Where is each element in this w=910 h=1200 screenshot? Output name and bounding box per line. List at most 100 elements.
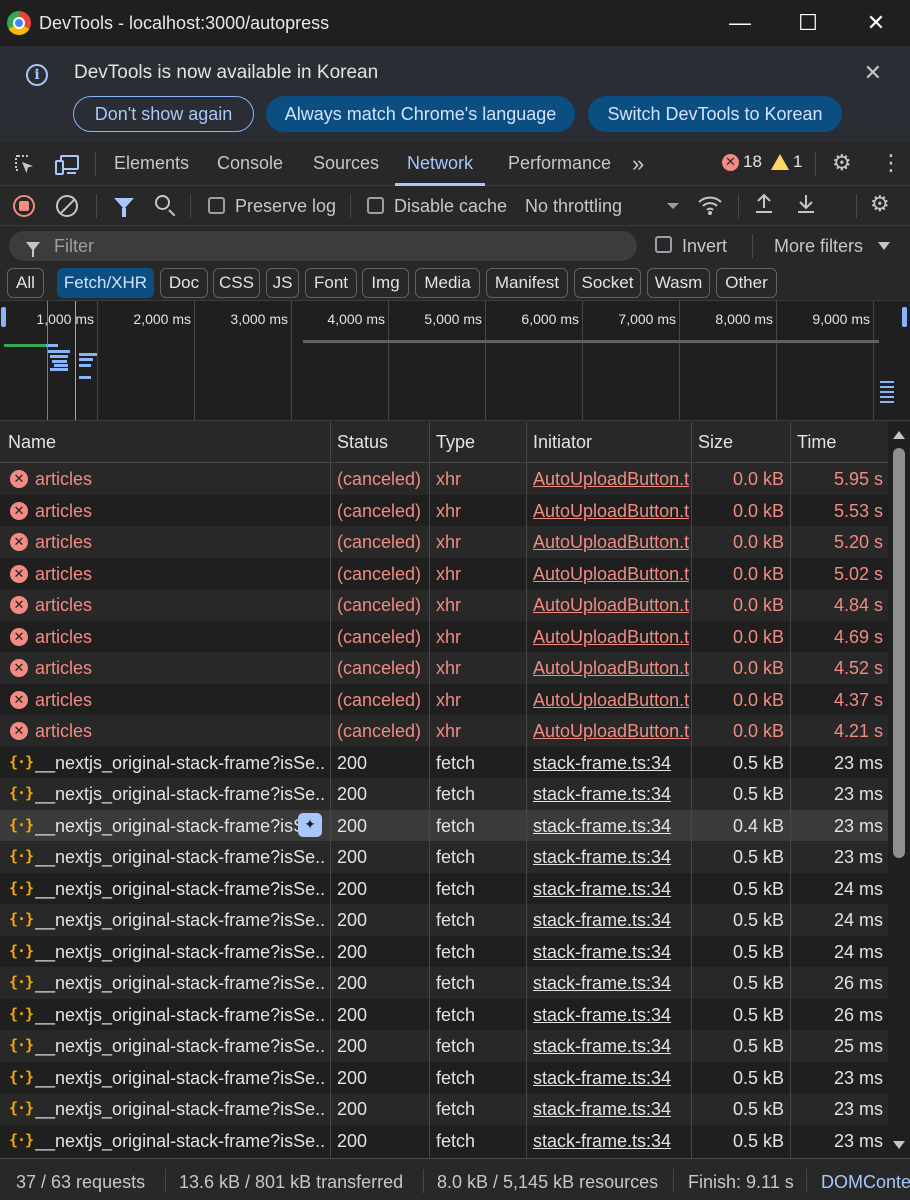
more-filters-button[interactable]: More filters: [774, 236, 863, 257]
request-initiator[interactable]: stack-frame.ts:34: [533, 942, 689, 963]
chip-fetch-xhr[interactable]: Fetch/XHR: [57, 268, 154, 298]
table-row[interactable]: {·} __nextjs_original-stack-frame?isSe...…: [0, 841, 888, 873]
table-row[interactable]: ✕ articles (canceled) xhr AutoUploadButton.t…: [0, 715, 888, 747]
table-row[interactable]: {·} __nextjs_original-stack-frame?isSe...…: [0, 998, 888, 1030]
table-row[interactable]: ✕ articles (canceled) xhr AutoUploadButton.t…: [0, 526, 888, 558]
warning-count-badge[interactable]: 1: [771, 152, 802, 172]
table-row[interactable]: ✕ articles (canceled) xhr AutoUploadButton.t…: [0, 557, 888, 589]
table-row[interactable]: {·} __nextjs_original-stack-frame?isSe...…: [0, 935, 888, 967]
more-tabs-chevron-icon[interactable]: »: [632, 142, 644, 185]
tab-performance[interactable]: Performance: [508, 142, 611, 185]
table-row[interactable]: ✕ articles (canceled) xhr AutoUploadButton.t…: [0, 652, 888, 684]
chip-img[interactable]: Img: [362, 268, 409, 298]
ask-ai-icon[interactable]: ✦: [298, 812, 322, 837]
always-match-language-button[interactable]: Always match Chrome's language: [266, 96, 575, 132]
request-initiator[interactable]: AutoUploadButton.t: [533, 501, 689, 522]
request-initiator[interactable]: AutoUploadButton.t: [533, 627, 689, 648]
inspect-element-icon[interactable]: [13, 153, 37, 177]
scrollbar-thumb[interactable]: [893, 448, 905, 858]
table-row[interactable]: {·} __nextjs_original-stack-frame?isSe...…: [0, 1124, 888, 1156]
request-initiator[interactable]: stack-frame.ts:34: [533, 910, 689, 931]
error-count-badge[interactable]: ✕ 18: [722, 152, 762, 172]
table-row[interactable]: ✕ articles (canceled) xhr AutoUploadButton.t…: [0, 494, 888, 526]
network-settings-gear-icon[interactable]: ⚙: [870, 191, 890, 217]
filter-funnel-icon[interactable]: [114, 198, 134, 217]
tab-console[interactable]: Console: [217, 142, 283, 185]
device-toolbar-icon[interactable]: [54, 153, 80, 177]
settings-gear-icon[interactable]: ⚙: [832, 150, 852, 176]
column-header-type[interactable]: Type: [436, 432, 475, 453]
request-initiator[interactable]: stack-frame.ts:34: [533, 784, 689, 805]
request-initiator[interactable]: AutoUploadButton.t: [533, 564, 689, 585]
request-initiator[interactable]: AutoUploadButton.t: [533, 658, 689, 679]
request-initiator[interactable]: AutoUploadButton.t: [533, 690, 689, 711]
request-initiator[interactable]: stack-frame.ts:34: [533, 1005, 689, 1026]
table-row[interactable]: {·} __nextjs_original-stack-frame?isSe...…: [0, 1030, 888, 1062]
request-initiator[interactable]: AutoUploadButton.t: [533, 595, 689, 616]
request-initiator[interactable]: stack-frame.ts:34: [533, 973, 689, 994]
table-row[interactable]: {·} __nextjs_original-stack-frame?isSe...…: [0, 872, 888, 904]
chip-other[interactable]: Other: [716, 268, 777, 298]
request-initiator[interactable]: stack-frame.ts:34: [533, 847, 689, 868]
table-row[interactable]: ✕ articles (canceled) xhr AutoUploadButton.t…: [0, 463, 888, 495]
preserve-log-checkbox[interactable]: [208, 197, 225, 214]
minimize-button[interactable]: —: [706, 0, 774, 46]
column-header-time[interactable]: Time: [797, 432, 836, 453]
request-initiator[interactable]: AutoUploadButton.t: [533, 532, 689, 553]
export-har-icon[interactable]: [795, 192, 817, 222]
scroll-up-arrow-icon[interactable]: [893, 431, 905, 439]
column-divider[interactable]: [790, 422, 791, 1158]
search-icon[interactable]: [155, 195, 170, 210]
column-divider[interactable]: [691, 422, 692, 1158]
column-divider[interactable]: [429, 422, 430, 1158]
request-initiator[interactable]: stack-frame.ts:34: [533, 1099, 689, 1120]
column-header-status[interactable]: Status: [337, 432, 388, 453]
request-initiator[interactable]: AutoUploadButton.t: [533, 721, 689, 742]
table-row[interactable]: {·} __nextjs_original-stack-frame?isS 200 f…: [0, 809, 888, 841]
table-row[interactable]: {·} __nextjs_original-stack-frame?isSe...…: [0, 746, 888, 778]
stop-recording-icon[interactable]: [13, 195, 35, 217]
table-row[interactable]: {·} __nextjs_original-stack-frame?isSe...…: [0, 904, 888, 936]
table-row[interactable]: {·} __nextjs_original-stack-frame?isSe...…: [0, 1061, 888, 1093]
infobar-close-button[interactable]: ✕: [864, 60, 882, 86]
maximize-button[interactable]: ☐: [774, 0, 842, 46]
table-row[interactable]: ✕ articles (canceled) xhr AutoUploadButton.t…: [0, 620, 888, 652]
column-divider[interactable]: [330, 422, 331, 1158]
close-window-button[interactable]: ✕: [842, 0, 910, 46]
chip-socket[interactable]: Socket: [574, 268, 641, 298]
filter-input[interactable]: Filter: [9, 231, 637, 261]
request-initiator[interactable]: AutoUploadButton.t: [533, 469, 689, 490]
request-initiator[interactable]: stack-frame.ts:34: [533, 753, 689, 774]
switch-to-korean-button[interactable]: Switch DevTools to Korean: [588, 96, 842, 132]
table-row[interactable]: ✕ articles (canceled) xhr AutoUploadButton.t…: [0, 683, 888, 715]
request-initiator[interactable]: stack-frame.ts:34: [533, 879, 689, 900]
column-header-initiator[interactable]: Initiator: [533, 432, 592, 453]
more-options-icon[interactable]: ⋮: [880, 150, 902, 176]
chip-doc[interactable]: Doc: [160, 268, 208, 298]
throttling-select[interactable]: No throttling: [525, 196, 622, 217]
request-initiator[interactable]: stack-frame.ts:34: [533, 1068, 689, 1089]
chip-wasm[interactable]: Wasm: [647, 268, 710, 298]
tab-sources[interactable]: Sources: [313, 142, 379, 185]
disable-cache-checkbox[interactable]: [367, 197, 384, 214]
request-initiator[interactable]: stack-frame.ts:34: [533, 1036, 689, 1057]
request-initiator[interactable]: stack-frame.ts:34: [533, 816, 689, 837]
overview-right-handle[interactable]: [902, 307, 907, 327]
chip-all[interactable]: All: [7, 268, 44, 298]
import-har-icon[interactable]: [753, 192, 775, 222]
chip-css[interactable]: CSS: [213, 268, 260, 298]
tab-network[interactable]: Network: [394, 142, 486, 186]
network-conditions-icon[interactable]: [697, 194, 723, 222]
column-header-size[interactable]: Size: [698, 432, 733, 453]
invert-checkbox[interactable]: [655, 236, 672, 253]
column-header-name[interactable]: Name: [8, 432, 56, 453]
table-row[interactable]: {·} __nextjs_original-stack-frame?isSe...…: [0, 778, 888, 810]
table-row[interactable]: {·} __nextjs_original-stack-frame?isSe...…: [0, 1093, 888, 1125]
clear-icon[interactable]: [56, 195, 78, 217]
chip-js[interactable]: JS: [266, 268, 299, 298]
table-row[interactable]: {·} __nextjs_original-stack-frame?isSe...…: [0, 967, 888, 999]
network-overview-timeline[interactable]: 1,000 ms 2,000 ms 3,000 ms 4,000 ms 5,00…: [0, 300, 910, 421]
table-scrollbar[interactable]: [888, 422, 910, 1158]
scroll-down-arrow-icon[interactable]: [893, 1141, 905, 1149]
request-initiator[interactable]: stack-frame.ts:34: [533, 1131, 689, 1152]
